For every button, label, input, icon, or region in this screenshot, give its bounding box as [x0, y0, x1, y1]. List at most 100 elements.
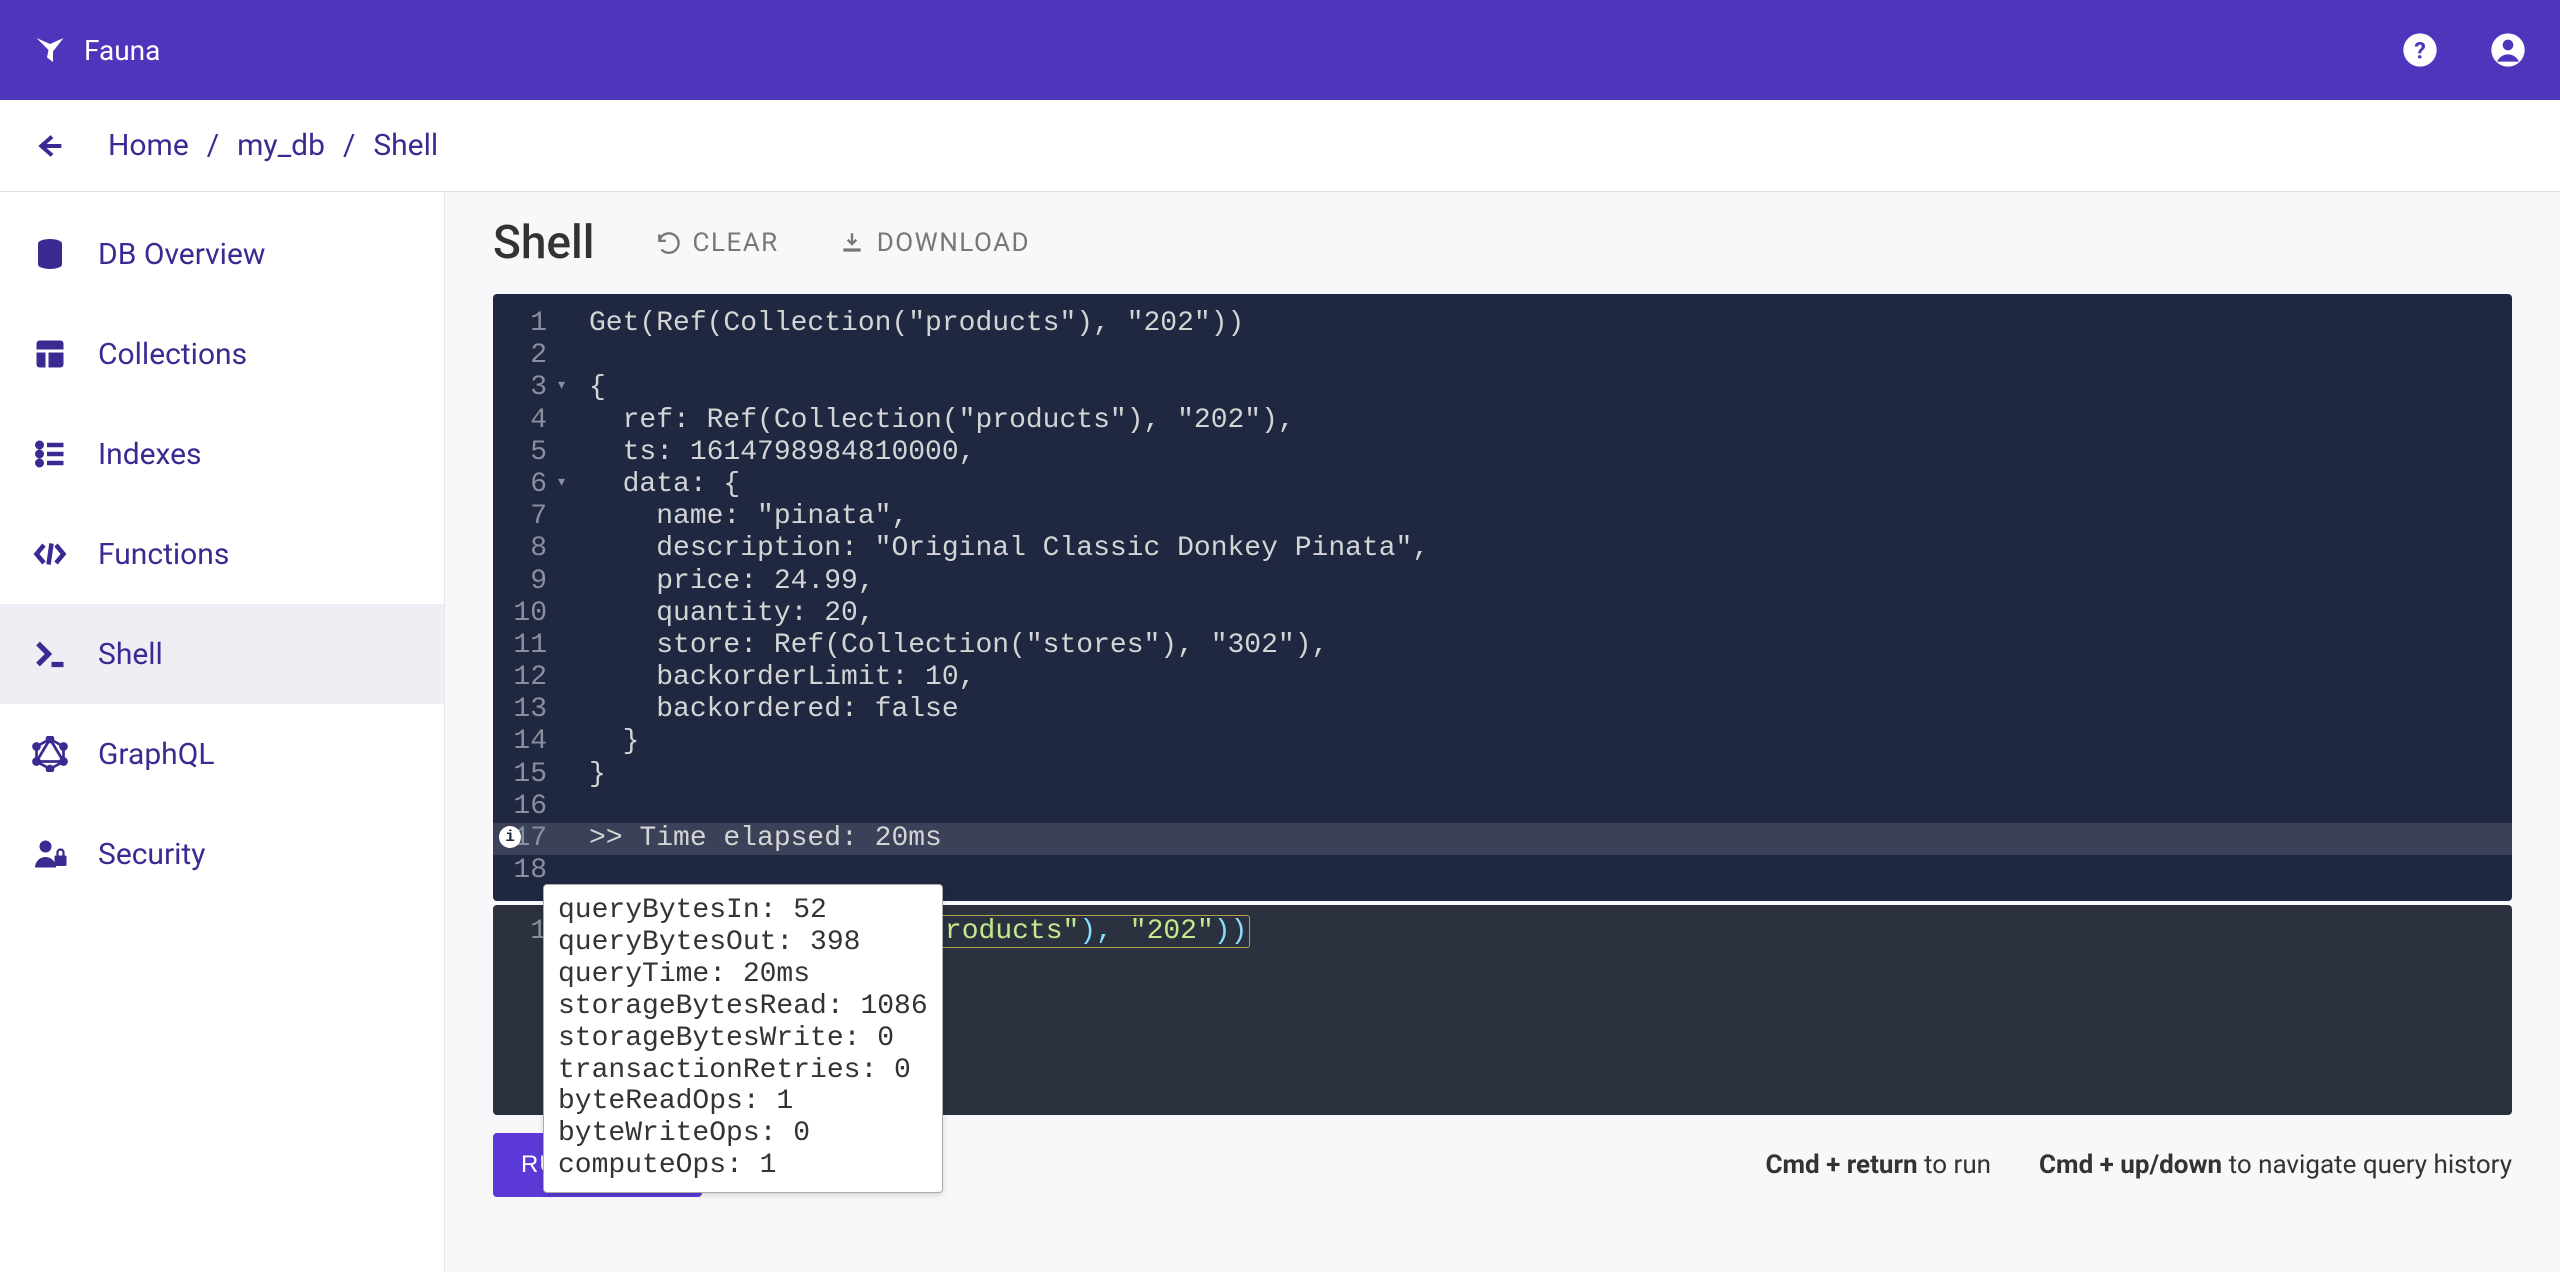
- line-number: 16: [493, 791, 571, 823]
- code-text: backorderLimit: 10,: [571, 662, 975, 694]
- code-text: store: Ref(Collection("stores"), "302"),: [571, 630, 1328, 662]
- breadcrumb-shell[interactable]: Shell: [373, 128, 438, 163]
- line-number: 4: [493, 405, 571, 437]
- output-line: 17i>> Time elapsed: 20ms: [493, 823, 2512, 855]
- sidebar-item-label: DB Overview: [98, 237, 265, 272]
- sidebar-item-label: Security: [98, 837, 205, 872]
- clear-button[interactable]: CLEAR: [655, 228, 779, 258]
- output-line: 18: [493, 855, 2512, 887]
- output-line: 4 ref: Ref(Collection("products"), "202"…: [493, 405, 2512, 437]
- sidebar-item-shell[interactable]: Shell: [0, 604, 444, 704]
- code-text: ref: Ref(Collection("products"), "202"),: [571, 405, 1295, 437]
- shell-titlebar: Shell CLEAR DOWNLOAD: [493, 216, 2512, 270]
- output-line: 14 }: [493, 726, 2512, 758]
- top-header: Fauna ?: [0, 0, 2560, 100]
- breadcrumb-db[interactable]: my_db: [237, 128, 325, 163]
- line-number: 17i: [493, 823, 571, 855]
- sidebar: DB Overview Collections Indexes Function…: [0, 192, 445, 1272]
- code-text: backordered: false: [571, 694, 959, 726]
- sidebar-item-label: Functions: [98, 537, 229, 572]
- database-icon: [32, 236, 68, 272]
- line-number: 18: [493, 855, 571, 887]
- code-text: data: {: [571, 469, 740, 501]
- sidebar-item-indexes[interactable]: Indexes: [0, 404, 444, 504]
- output-line: 11 store: Ref(Collection("stores"), "302…: [493, 630, 2512, 662]
- line-number: 2: [493, 340, 571, 372]
- line-number: 13: [493, 694, 571, 726]
- sidebar-item-label: GraphQL: [98, 737, 215, 772]
- sidebar-item-label: Shell: [98, 637, 163, 672]
- output-line: 2: [493, 340, 2512, 372]
- sidebar-item-graphql[interactable]: GraphQL: [0, 704, 444, 804]
- line-number: 11: [493, 630, 571, 662]
- output-line: 6▾ data: {: [493, 469, 2512, 501]
- output-line: 1Get(Ref(Collection("products"), "202")): [493, 308, 2512, 340]
- line-number: 6▾: [493, 469, 571, 501]
- breadcrumb-bar: Home / my_db / Shell: [0, 100, 2560, 192]
- query-metrics-tooltip: queryBytesIn: 52 queryBytesOut: 398 quer…: [543, 884, 943, 1193]
- main-content: Shell CLEAR DOWNLOAD 1Get(Ref(Collection…: [445, 192, 2560, 1272]
- line-number: 1: [493, 308, 571, 340]
- sidebar-item-functions[interactable]: Functions: [0, 504, 444, 604]
- brand-name: Fauna: [84, 34, 160, 67]
- code-text: Get(Ref(Collection("products"), "202")): [571, 308, 1244, 340]
- info-icon[interactable]: i: [499, 826, 521, 848]
- code-text: ts: 1614798984810000,: [571, 437, 975, 469]
- brand[interactable]: Fauna: [32, 32, 160, 68]
- sidebar-item-db-overview[interactable]: DB Overview: [0, 204, 444, 304]
- code-text: name: "pinata",: [571, 501, 908, 533]
- code-text: [571, 855, 589, 887]
- graphql-icon: [32, 736, 68, 772]
- clear-label: CLEAR: [693, 228, 779, 258]
- list-icon: [32, 436, 68, 472]
- line-number: 12: [493, 662, 571, 694]
- svg-text:?: ?: [2414, 36, 2426, 64]
- output-line: 3▾{: [493, 372, 2512, 404]
- download-button[interactable]: DOWNLOAD: [839, 228, 1030, 258]
- breadcrumb-home[interactable]: Home: [108, 128, 189, 163]
- line-number: 7: [493, 501, 571, 533]
- output-line: 7 name: "pinata",: [493, 501, 2512, 533]
- sidebar-item-label: Collections: [98, 337, 247, 372]
- output-line: 13 backordered: false: [493, 694, 2512, 726]
- code-text: [571, 340, 589, 372]
- line-number: 10: [493, 598, 571, 630]
- download-label: DOWNLOAD: [877, 228, 1030, 258]
- output-line: 15}: [493, 759, 2512, 791]
- fold-icon[interactable]: ▾: [556, 473, 567, 494]
- sidebar-item-security[interactable]: Security: [0, 804, 444, 904]
- breadcrumb-sep: /: [207, 128, 219, 163]
- help-icon[interactable]: ?: [2400, 30, 2440, 70]
- sidebar-item-label: Indexes: [98, 437, 202, 472]
- page-title: Shell: [493, 216, 595, 270]
- code-text: }: [571, 726, 639, 758]
- undo-icon: [655, 230, 681, 256]
- line-number: 3▾: [493, 372, 571, 404]
- output-line: 8 description: "Original Classic Donkey …: [493, 533, 2512, 565]
- breadcrumb-sep: /: [343, 128, 355, 163]
- code-text: description: "Original Classic Donkey Pi…: [571, 533, 1429, 565]
- line-number: 8: [493, 533, 571, 565]
- output-line: 10 quantity: 20,: [493, 598, 2512, 630]
- line-number: 14: [493, 726, 571, 758]
- user-lock-icon: [32, 836, 68, 872]
- terminal-icon: [32, 636, 68, 672]
- code-text: {: [571, 372, 606, 404]
- line-number: 15: [493, 759, 571, 791]
- account-icon[interactable]: [2488, 30, 2528, 70]
- fold-icon[interactable]: ▾: [556, 376, 567, 397]
- line-number: 5: [493, 437, 571, 469]
- shell-output[interactable]: 1Get(Ref(Collection("products"), "202"))…: [493, 294, 2512, 901]
- code-text: >> Time elapsed: 20ms: [571, 823, 942, 855]
- output-line: 12 backorderLimit: 10,: [493, 662, 2512, 694]
- back-icon[interactable]: [32, 130, 64, 162]
- download-icon: [839, 230, 865, 256]
- output-line: 5 ts: 1614798984810000,: [493, 437, 2512, 469]
- line-number: 9: [493, 566, 571, 598]
- output-line: 16: [493, 791, 2512, 823]
- sidebar-item-collections[interactable]: Collections: [0, 304, 444, 404]
- fauna-logo-icon: [32, 32, 68, 68]
- breadcrumbs: Home / my_db / Shell: [108, 128, 438, 163]
- grid-icon: [32, 336, 68, 372]
- code-text: price: 24.99,: [571, 566, 875, 598]
